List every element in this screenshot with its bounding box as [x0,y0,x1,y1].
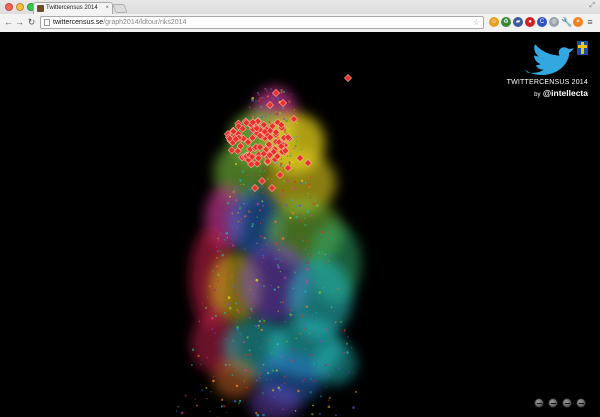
back-arrow-icon[interactable]: ← [3,17,14,28]
tab-bar: Twittercensus 2014 × ⤢ [0,0,600,14]
logo-by-word: by [534,92,541,98]
url-host: twittercensus.se [53,19,104,26]
bookmark-star-icon[interactable]: ☆ [473,17,480,28]
forward-arrow-icon[interactable]: → [14,17,25,28]
menu-icon[interactable]: ≡ [585,17,595,27]
recycle-extension-icon[interactable]: ♻ [501,17,511,27]
favicon-icon [37,5,44,12]
zoom-out-control[interactable] [534,398,544,408]
twittercensus-logo[interactable]: TWITTERCENSUS 2014 by @intellecta [506,39,588,101]
browser-tab[interactable]: Twittercensus 2014 × [33,2,113,14]
smiley-extension-icon[interactable]: ☺ [489,17,499,27]
logo-handle: @intellecta [542,88,588,98]
rotate-control[interactable] [562,398,572,408]
url-path: /graph2014/ldtour/riks2014 [103,19,187,26]
zoom-in-control[interactable] [548,398,558,408]
window-close-button[interactable] [5,3,13,11]
tab-close-icon[interactable]: × [105,3,109,14]
rss-extension-icon[interactable]: ✶ [573,17,583,27]
fullscreen-icon[interactable]: ⤢ [589,2,595,10]
page-icon [44,19,50,26]
logo-title: TWITTERCENSUS 2014 [506,79,588,86]
logo-byline: by @intellecta [534,88,588,98]
bus-extension-icon[interactable]: ▰ [513,17,523,27]
adblock-extension-icon[interactable]: ● [525,17,535,27]
reset-control[interactable] [576,398,586,408]
globe-extension-icon[interactable]: ◎ [549,17,559,27]
browser-toolbar: ← → ↻ twittercensus.se/graph2014/ldtour/… [0,14,600,32]
page-content: TWITTERCENSUS 2014 by @intellecta [0,33,600,417]
browser-chrome: Twittercensus 2014 × ⤢ ← → ↻ twittercens… [0,0,600,32]
reload-icon[interactable]: ↻ [26,17,37,28]
twitter-bird-icon [523,44,574,76]
swedish-flag-cross-icon [577,41,588,55]
wrench-extension-icon[interactable]: 🔧 [561,17,572,27]
c-extension-icon[interactable]: C [537,17,547,27]
window-minimize-button[interactable] [16,3,24,11]
tab-title: Twittercensus 2014 [46,5,98,11]
new-tab-button[interactable] [112,4,128,13]
address-bar[interactable]: twittercensus.se/graph2014/ldtour/riks20… [40,16,484,29]
